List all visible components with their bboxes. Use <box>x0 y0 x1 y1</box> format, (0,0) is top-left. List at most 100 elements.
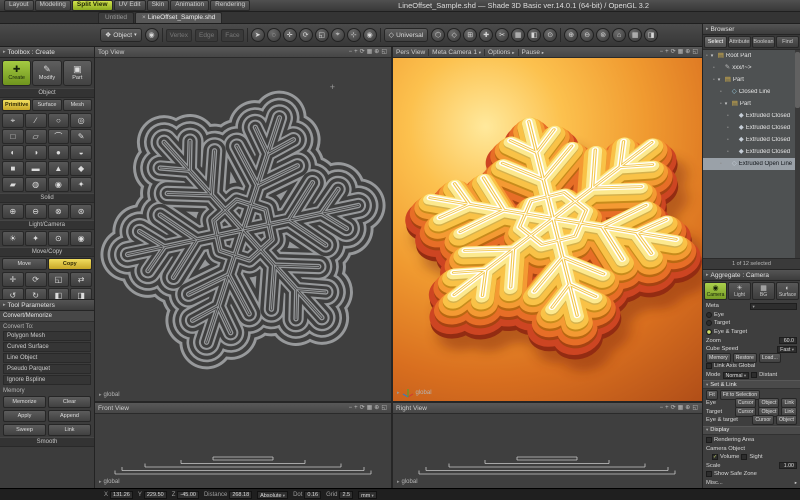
maximize-icon[interactable]: ◱ <box>380 405 388 411</box>
object-tab-surface[interactable]: Surface <box>32 99 61 111</box>
diamond-tool-icon[interactable]: ◆ <box>70 161 92 176</box>
clear-button[interactable]: Clear <box>48 396 91 408</box>
bowl-tool-icon[interactable]: ◒ <box>70 145 92 160</box>
safe-zone-checkbox[interactable] <box>706 471 712 477</box>
rotate-cw-icon[interactable]: ↻ <box>25 288 47 299</box>
center-tool-icon[interactable]: ⌖ <box>331 28 345 42</box>
intersect-icon[interactable]: ⊗ <box>48 204 70 219</box>
rotate-view-icon[interactable]: ⟳ <box>359 49 366 55</box>
cut-tool-icon[interactable]: ✂ <box>495 28 509 42</box>
toolbox-mode-create[interactable]: ✚Create <box>2 60 31 86</box>
scale-tool-icon[interactable]: ◱ <box>315 28 329 42</box>
pan-icon[interactable]: ⊕ <box>373 49 380 55</box>
apply-button[interactable]: Apply <box>3 410 46 422</box>
distant-checkbox[interactable] <box>751 372 757 378</box>
pause-menu[interactable]: Pause ▸ <box>522 49 545 56</box>
set-link-section-header[interactable]: Set & Link <box>703 380 800 389</box>
align-right-icon[interactable]: ◨ <box>70 288 92 299</box>
half-sphere-tool-icon[interactable]: ◐ <box>2 145 24 160</box>
tree-item-part[interactable]: ▾▤Part <box>703 74 800 86</box>
top-viewport-canvas[interactable]: + global <box>95 58 391 401</box>
mode-dropdown[interactable]: Normal <box>723 372 750 379</box>
camera-tool-icon[interactable]: ◉ <box>363 28 377 42</box>
status-field-value[interactable]: mm <box>358 491 377 499</box>
browser-panel-header[interactable]: Browser <box>703 24 800 35</box>
object-tab-primitive[interactable]: Primitive <box>2 99 31 111</box>
front-viewport-canvas[interactable]: global <box>95 414 391 488</box>
link-button[interactable]: Link <box>48 424 91 436</box>
link-axis-checkbox[interactable] <box>706 363 712 369</box>
close-tab-icon[interactable]: × <box>142 14 146 21</box>
pers-viewport-canvas[interactable]: global <box>393 58 702 401</box>
scale-input[interactable]: 1.00 <box>779 462 797 469</box>
free-curve-tool-icon[interactable]: ✎ <box>70 129 92 144</box>
workspace-tab-modeling[interactable]: Modeling <box>35 0 71 11</box>
zoom-out-tool-icon[interactable]: ⊖ <box>580 28 594 42</box>
maximize-icon[interactable]: ◱ <box>691 49 699 55</box>
volume-checkbox[interactable] <box>712 454 718 460</box>
aggregate-panel-header[interactable]: Aggregate : Camera <box>703 270 800 281</box>
rotate-view-icon[interactable]: ⟳ <box>670 49 677 55</box>
maximize-icon[interactable]: ◱ <box>691 405 699 411</box>
sweep-button[interactable]: Sweep <box>3 424 46 436</box>
toolbox-mode-part[interactable]: ▣Part <box>63 60 92 86</box>
status-field-value[interactable]: Absolute <box>257 491 288 499</box>
polygon-tool-icon[interactable]: ⬡ <box>431 28 445 42</box>
zoom-input[interactable]: 60.0 <box>779 337 797 344</box>
convert-option-pseudo-parquet[interactable]: Pseudo Parquet <box>3 364 91 374</box>
rotate-view-icon[interactable]: ⟳ <box>359 405 366 411</box>
cube-tool-icon[interactable]: ■ <box>2 161 24 176</box>
meta-dropdown[interactable] <box>750 303 798 310</box>
workspace-tab-uv-edit[interactable]: UV Edit <box>114 0 146 11</box>
coordinate-space-tag[interactable]: global <box>397 479 418 485</box>
grid-icon[interactable]: ▦ <box>677 405 685 411</box>
movecopy-tab-move[interactable]: Move <box>2 258 47 270</box>
grid-tool-icon[interactable]: ⊞ <box>463 28 477 42</box>
slab-tool-icon[interactable]: ▰ <box>2 177 24 192</box>
torus-tool-icon[interactable]: ◍ <box>25 177 47 192</box>
split-view-icon[interactable]: ◨ <box>644 28 658 42</box>
aggregate-tab-bg[interactable]: ▦BG <box>752 282 775 300</box>
toolbox-panel-header[interactable]: Toolbox : Create <box>0 47 94 58</box>
document-tab-lineoffset-sample-shd[interactable]: ×LineOffset_Sample.shd <box>135 12 222 23</box>
object-section-header[interactable]: Object <box>0 88 94 98</box>
add-tool-icon[interactable]: ✚ <box>479 28 493 42</box>
solid-section-header[interactable]: Solid <box>0 193 94 203</box>
tree-scrollbar[interactable] <box>795 50 800 258</box>
grid-icon[interactable]: ▦ <box>677 49 685 55</box>
tree-item-closed-line[interactable]: ◇Closed Line <box>703 86 800 98</box>
arc-tool-icon[interactable]: ⌒ <box>48 129 70 144</box>
zoom-in-tool-icon[interactable]: ⊕ <box>564 28 578 42</box>
convert-option-polygon-mesh[interactable]: Polygon Mesh <box>3 331 91 341</box>
object-dropdown-button[interactable]: ❖ Object ▾ <box>100 28 142 42</box>
spot-light-icon[interactable]: ✦ <box>25 231 47 246</box>
options-menu[interactable]: Options ▸ <box>488 49 514 56</box>
tree-item-extruded-closed[interactable]: ◆Extruded Closed <box>703 110 800 122</box>
display-section-header[interactable]: Display <box>703 426 800 435</box>
line-tool-icon[interactable]: ◇ <box>447 28 461 42</box>
vertex-mode-button[interactable]: Vertex <box>166 29 192 42</box>
dome-tool-icon[interactable]: ◑ <box>25 145 47 160</box>
camera-selector-dropdown[interactable]: Meta Camera 1 ▾ <box>432 49 481 56</box>
browser-tab-attributes[interactable]: Attributes <box>728 36 751 48</box>
expander-icon[interactable]: ▾ <box>718 77 723 83</box>
pivot-tool-icon[interactable]: ⊙ <box>543 28 557 42</box>
universal-manipulator-button[interactable]: ◇ Universal <box>384 28 428 42</box>
tree-item-part[interactable]: ▾▤Part <box>703 98 800 110</box>
memorize-button[interactable]: Memorize <box>3 396 46 408</box>
plane-tool-icon[interactable]: ▱ <box>25 129 47 144</box>
misc-menu[interactable]: Misc... <box>706 480 793 486</box>
target-radio[interactable] <box>706 320 712 326</box>
distant-light-icon[interactable]: ☀ <box>2 231 24 246</box>
browser-tab-boolean[interactable]: Boolean <box>752 36 775 48</box>
snap-tool-icon[interactable]: ⊹ <box>347 28 361 42</box>
rendering-area-checkbox[interactable] <box>706 437 712 443</box>
circle-tool-icon[interactable]: ○ <box>48 113 70 128</box>
sight-checkbox[interactable] <box>741 454 747 460</box>
tree-item-extruded-closed[interactable]: ◆Extruded Closed <box>703 134 800 146</box>
workspace-tab-split-view[interactable]: Split View <box>72 0 113 11</box>
right-viewport-canvas[interactable]: global <box>393 414 702 488</box>
rotate-tool-icon[interactable]: ⟳ <box>299 28 313 42</box>
pan-icon[interactable]: ⊕ <box>684 405 691 411</box>
light-camera-section-header[interactable]: Light/Camera <box>0 220 94 230</box>
